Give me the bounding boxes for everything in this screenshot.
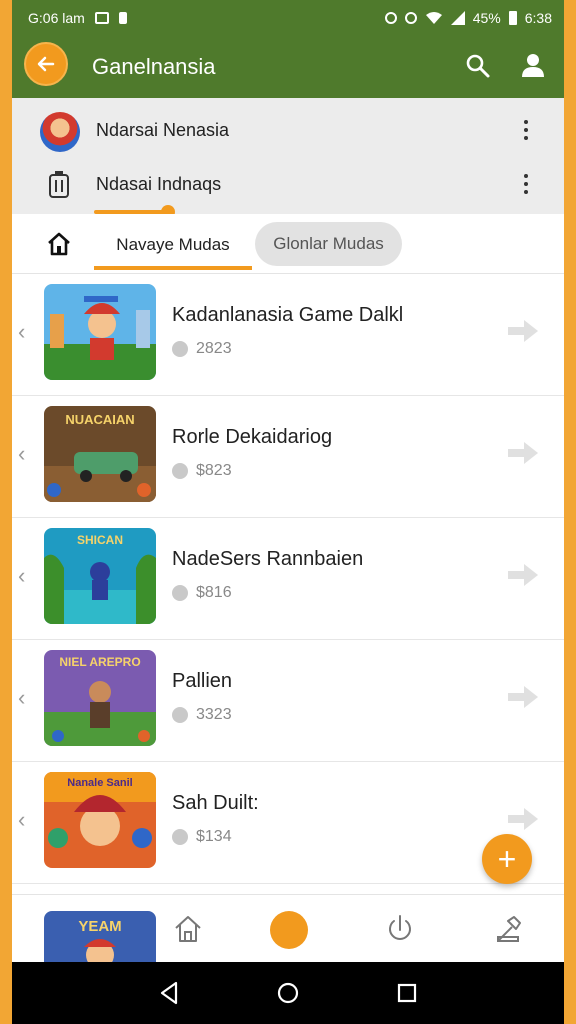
search-icon[interactable] (464, 52, 492, 80)
list-item[interactable]: ‹ NIEL AREPRO Pallien 3323 (12, 640, 564, 762)
nav-center-button[interactable] (270, 911, 308, 949)
battery-icon (508, 11, 517, 25)
arrow-right-icon[interactable] (506, 440, 540, 466)
more-vert-icon[interactable] (518, 170, 534, 198)
list-item[interactable]: ‹ Nanale Sanil Sah Duilt: $134 (12, 762, 564, 884)
account-row[interactable]: Ndarsai Nenasia (12, 102, 564, 158)
coin-icon (172, 463, 188, 479)
page-title: Ganelnansia (92, 54, 216, 79)
chevron-left-icon[interactable]: ‹ (18, 321, 32, 343)
game-meta: $823 (172, 462, 232, 480)
coin-icon (172, 341, 188, 357)
list-item[interactable]: ‹ SHICAN NadeSers Rannbaien $816 (12, 518, 564, 640)
list-item[interactable]: ‹ Kadanlanasia Game Dalkl 2823 (12, 274, 564, 396)
arrow-right-icon[interactable] (506, 562, 540, 588)
chevron-left-icon[interactable]: ‹ (18, 687, 32, 709)
arrow-left-icon (37, 56, 55, 72)
list-item[interactable]: ‹ NUACAIAN Rorle Dekaidariog $823 (12, 396, 564, 518)
tools-icon[interactable] (494, 913, 526, 945)
arrow-right-icon[interactable] (506, 684, 540, 710)
alarm-icon (404, 12, 417, 24)
game-meta-value: 2823 (196, 340, 232, 357)
active-tab-indicator (94, 266, 252, 270)
tab-glonlar-mudas[interactable]: Glonlar Mudas (255, 222, 402, 266)
game-meta-value: $134 (196, 828, 232, 845)
game-thumbnail: Nanale Sanil (44, 772, 156, 868)
game-thumbnail: NIEL AREPRO (44, 650, 156, 746)
thumbnail-text: SHICAN (77, 533, 123, 547)
account-label: Ndasai Indnaqs (96, 173, 222, 194)
game-title: Sah Duilt: (172, 792, 259, 814)
nav-home-icon[interactable] (172, 913, 204, 945)
chevron-left-icon[interactable]: ‹ (18, 565, 32, 587)
coin-icon (172, 707, 188, 723)
trash-icon (49, 171, 69, 198)
account-panel: Ndarsai Nenasia Ndasai Indnaqs (12, 98, 564, 219)
signal-icon (450, 11, 465, 25)
account-row[interactable]: Ndasai Indnaqs (12, 156, 564, 212)
game-thumbnail: YEAM (44, 911, 156, 963)
thumbnail-text: NUACAIAN (65, 412, 134, 427)
chevron-left-icon[interactable]: ‹ (18, 809, 32, 831)
game-meta: $134 (172, 828, 232, 846)
add-button[interactable]: + (482, 834, 532, 884)
back-button[interactable] (24, 42, 68, 86)
game-title: Pallien (172, 670, 233, 692)
more-vert-icon[interactable] (518, 116, 534, 144)
game-meta-value: $823 (196, 462, 232, 479)
power-icon[interactable] (384, 913, 416, 945)
lock-icon (118, 12, 127, 24)
game-meta-value: 3323 (196, 706, 232, 723)
wifi-icon (425, 12, 442, 24)
phone-screen: G:06 lam 45% 6:38 Ganelnansia Ndarsai Ne… (12, 0, 564, 1024)
game-thumbnail (44, 284, 156, 380)
user-icon[interactable] (518, 50, 548, 80)
back-triangle-icon[interactable] (154, 978, 184, 1008)
status-time-left: G:06 lam (28, 10, 85, 26)
system-nav-bar (12, 962, 564, 1024)
app-bar: Ganelnansia (12, 36, 564, 98)
game-thumbnail: NUACAIAN (44, 406, 156, 502)
thumbnail-text: NIEL AREPRO (59, 655, 140, 669)
thumbnail-text: Nanale Sanil (67, 777, 132, 789)
account-label: Ndarsai Nenasia (96, 119, 230, 140)
game-title: Rorle Dekaidariog (172, 426, 333, 448)
game-thumbnail: SHICAN (44, 528, 156, 624)
game-title: NadeSers Rannbaien (172, 548, 364, 570)
game-meta: 3323 (172, 706, 232, 724)
coin-icon (172, 585, 188, 601)
tab-navaye-mudas[interactable]: Navaye Mudas (94, 222, 252, 268)
game-meta-value: $816 (196, 584, 232, 601)
tab-bar: Navaye Mudas Glonlar Mudas (12, 214, 564, 274)
status-bar: G:06 lam 45% 6:38 (12, 0, 564, 36)
coin-icon (172, 829, 188, 845)
arrow-right-icon[interactable] (506, 318, 540, 344)
game-meta: $816 (172, 584, 232, 602)
battery-percent: 45% (472, 10, 501, 26)
chevron-left-icon[interactable]: ‹ (18, 443, 32, 465)
thumbnail-text: YEAM (78, 918, 121, 935)
location-icon (384, 12, 397, 24)
arrow-right-icon[interactable] (506, 806, 540, 832)
status-time-right: 6:38 (524, 10, 552, 26)
recents-square-icon[interactable] (392, 978, 422, 1008)
game-meta: 2823 (172, 340, 232, 358)
notification-icon (94, 12, 109, 24)
home-circle-icon[interactable] (273, 978, 303, 1008)
avatar (40, 112, 80, 152)
home-icon[interactable] (46, 231, 72, 257)
game-title: Kadanlanasia Game Dalkl (172, 304, 404, 326)
bottom-nav: YEAM (12, 894, 564, 963)
